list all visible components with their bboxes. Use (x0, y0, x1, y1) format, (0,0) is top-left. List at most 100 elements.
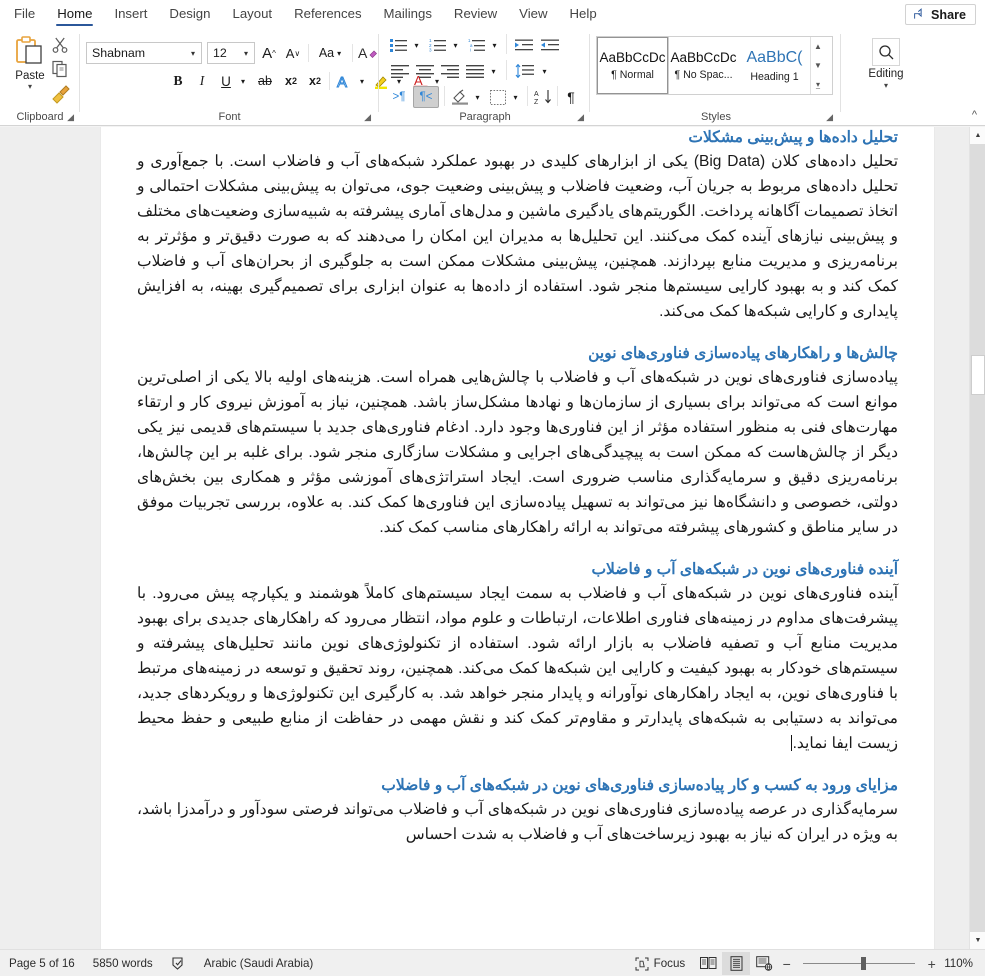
bullets-chevron-down-icon[interactable]: ▾ (410, 34, 423, 56)
print-layout-view-button[interactable] (722, 952, 751, 975)
vertical-scrollbar[interactable]: ▲ ▼ (969, 127, 985, 949)
document-canvas[interactable]: تحلیل داده‌ها و پیش‌بینی مشکلات تحلیل دا… (0, 127, 985, 949)
style-item-heading-1[interactable]: AaBbC( Heading 1 (739, 37, 810, 94)
styles-dialog-launcher[interactable]: ◢ (826, 113, 833, 122)
zoom-in-button[interactable]: + (923, 956, 940, 972)
group-separator (378, 34, 379, 112)
subscript-button[interactable]: x2 (280, 70, 302, 92)
style-item-no-spacing[interactable]: AaBbCcDc ¶ No Spac... (668, 37, 739, 94)
format-painter-button[interactable] (50, 84, 72, 106)
paste-button[interactable]: Paste ▾ (8, 34, 52, 104)
section-heading: تحلیل داده‌ها و پیش‌بینی مشکلات (688, 129, 898, 146)
styles-gallery-scrollbar[interactable]: ▲ ▼ ▾̲ (810, 37, 825, 94)
tab-file[interactable]: File (0, 0, 46, 28)
font-name-combo[interactable]: Shabnam ▾ (86, 42, 202, 64)
chevron-down-icon[interactable]: ▾ (28, 83, 32, 91)
clear-formatting-button[interactable]: A (356, 42, 380, 64)
numbering-button[interactable]: 1 2 3 (427, 34, 449, 56)
ribbon-group-paragraph: ▾ 1 2 3 ▾ 1 a i ▾ ▾ ▾ >¶ ¶< ▾ ▾ A Z ¶ Pa… (380, 28, 590, 126)
scrollbar-thumb[interactable] (971, 355, 985, 395)
strikethrough-button[interactable]: ab (254, 70, 276, 92)
section-paragraph[interactable]: تحلیل داده‌های کلان (Big Data) یکی از اب… (137, 149, 898, 324)
bold-button[interactable]: B (168, 70, 188, 92)
italic-button[interactable]: I (192, 70, 212, 92)
tab-mailings[interactable]: Mailings (373, 0, 443, 28)
copy-button[interactable] (50, 59, 72, 81)
tab-review[interactable]: Review (443, 0, 508, 28)
share-button[interactable]: Share (904, 4, 976, 25)
multilevel-chevron-down-icon[interactable]: ▾ (488, 34, 501, 56)
language-status[interactable]: Arabic (Saudi Arabia) (195, 952, 323, 974)
scrollbar-track[interactable] (970, 144, 985, 932)
scroll-down-arrow-icon[interactable]: ▼ (970, 932, 985, 949)
tab-layout[interactable]: Layout (221, 0, 283, 28)
style-item-normal[interactable]: AaBbCcDc ¶ Normal (596, 36, 669, 95)
underline-chevron-down-icon[interactable]: ▾ (236, 70, 250, 92)
align-left-button[interactable] (388, 60, 412, 82)
grow-font-button[interactable]: A ^ (258, 42, 280, 64)
tab-home[interactable]: Home (46, 0, 103, 28)
font-dialog-launcher[interactable]: ◢ (364, 113, 371, 122)
multilevel-list-button[interactable]: 1 a i (466, 34, 488, 56)
collapse-ribbon-button[interactable]: ^ (972, 109, 977, 121)
decrease-indent-button[interactable] (512, 34, 535, 56)
chevron-down-icon[interactable]: ▼ (811, 56, 825, 75)
ribbon-group-font: Shabnam ▾ 12 ▾ A ^ A ∨ Aa ▾ A B I U ▾ ab… (80, 28, 439, 126)
underline-button[interactable]: U (216, 70, 236, 92)
zoom-slider-thumb[interactable] (861, 957, 867, 970)
text-effects-button[interactable]: A (333, 70, 355, 92)
shading-button[interactable] (448, 86, 472, 108)
section-paragraph[interactable]: آینده فناوری‌های نوین در شبکه‌های آب و ف… (137, 581, 898, 756)
superscript-button[interactable]: x2 (304, 70, 326, 92)
more-styles-icon[interactable]: ▾̲ (811, 75, 825, 94)
borders-chevron-down-icon[interactable]: ▾ (509, 86, 522, 108)
center-button[interactable] (413, 60, 437, 82)
numbering-chevron-down-icon[interactable]: ▾ (449, 34, 462, 56)
paste-label: Paste (15, 70, 45, 82)
editing-button[interactable]: Editing ▾ (859, 38, 913, 90)
align-right-button[interactable] (438, 60, 462, 82)
shrink-font-button[interactable]: A ∨ (282, 42, 304, 64)
borders-button[interactable] (487, 86, 509, 108)
font-size-combo[interactable]: 12 ▾ (207, 42, 255, 64)
tab-design[interactable]: Design (158, 0, 221, 28)
chevron-down-icon[interactable]: ▾ (884, 82, 888, 90)
focus-mode-button[interactable]: Focus (626, 953, 695, 975)
tab-view[interactable]: View (508, 0, 558, 28)
page-number-status[interactable]: Page 5 of 16 (0, 952, 84, 974)
section-paragraph[interactable]: سرمایه‌گذاری در عرصه پیاده‌سازی فناوری‌ه… (137, 797, 898, 847)
clipboard-dialog-launcher[interactable]: ◢ (67, 113, 74, 122)
scroll-up-arrow-icon[interactable]: ▲ (970, 127, 985, 144)
ribbon-group-editing: Editing ▾ (841, 28, 931, 126)
ltr-text-direction-button[interactable]: >¶ (386, 86, 412, 108)
read-mode-view-button[interactable] (694, 952, 722, 975)
word-count-status[interactable]: 5850 words (84, 952, 162, 974)
bullets-button[interactable] (388, 34, 410, 56)
paragraph-dialog-launcher[interactable]: ◢ (577, 113, 584, 122)
proofing-errors-icon[interactable] (162, 952, 195, 974)
zoom-slider[interactable] (799, 952, 919, 975)
text-effects-chevron-down-icon[interactable]: ▾ (355, 70, 369, 92)
shading-chevron-down-icon[interactable]: ▾ (471, 86, 484, 108)
increase-indent-button[interactable] (538, 34, 561, 56)
styles-gallery[interactable]: AaBbCcDc ¶ Normal AaBbCcDc ¶ No Spac... … (596, 36, 833, 95)
line-spacing-chevron-down-icon[interactable]: ▾ (538, 60, 551, 82)
tab-references[interactable]: References (283, 0, 372, 28)
sort-button[interactable]: A Z (531, 86, 555, 108)
cut-button[interactable] (50, 35, 72, 57)
rtl-text-direction-button[interactable]: ¶< (413, 86, 439, 108)
justify-button[interactable] (463, 60, 487, 82)
zoom-out-button[interactable]: − (778, 956, 795, 972)
section-paragraph[interactable]: پیاده‌سازی فناوری‌های نوین در شبکه‌های آ… (137, 365, 898, 540)
tab-insert[interactable]: Insert (103, 0, 158, 28)
document-page[interactable]: تحلیل داده‌ها و پیش‌بینی مشکلات تحلیل دا… (100, 127, 935, 949)
web-layout-view-button[interactable] (750, 952, 778, 975)
show-formatting-marks-button[interactable]: ¶ (560, 86, 582, 108)
chevron-up-icon[interactable]: ▲ (811, 37, 825, 56)
change-case-button[interactable]: Aa ▾ (312, 42, 348, 64)
line-spacing-button[interactable] (512, 60, 538, 82)
tab-help[interactable]: Help (559, 0, 608, 28)
zoom-level-label[interactable]: 110% (940, 957, 985, 970)
document-body[interactable]: تحلیل داده‌ها و پیش‌بینی مشکلات تحلیل دا… (137, 127, 898, 866)
justify-chevron-down-icon[interactable]: ▾ (487, 60, 500, 82)
